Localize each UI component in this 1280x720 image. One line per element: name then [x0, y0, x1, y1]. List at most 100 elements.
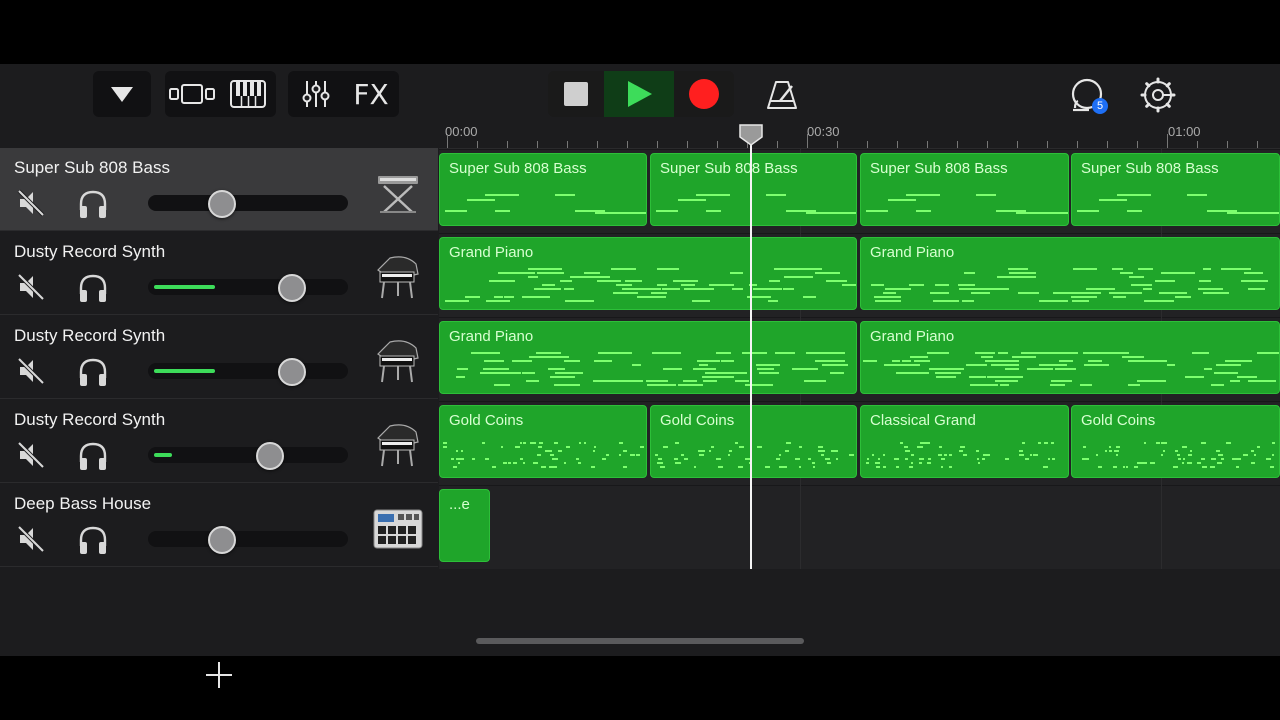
midi-region[interactable]: Super Sub 808 Bass — [650, 153, 857, 226]
midi-region[interactable]: Grand Piano — [860, 237, 1280, 310]
track-lane — [439, 485, 1280, 569]
volume-slider[interactable] — [148, 447, 348, 463]
midi-region[interactable]: Grand Piano — [439, 321, 857, 394]
loop-count-badge: 5 — [1092, 98, 1108, 114]
tracks-view-button[interactable] — [165, 71, 220, 117]
region-label: Gold Coins — [1081, 412, 1156, 429]
track-header[interactable]: Deep Bass House — [0, 484, 438, 567]
volume-knob[interactable] — [278, 274, 306, 302]
ruler-tick — [477, 141, 478, 148]
level-meter — [154, 285, 215, 289]
metronome-button[interactable] — [764, 78, 800, 112]
region-label: Grand Piano — [870, 328, 955, 345]
ruler-tick — [1257, 141, 1258, 148]
track-header[interactable]: Dusty Record Synth — [0, 316, 438, 399]
transport-group — [548, 71, 734, 117]
ruler-tick — [1227, 141, 1228, 148]
volume-knob[interactable] — [278, 358, 306, 386]
toolbar: FX 5 — [0, 64, 1280, 124]
mute-icon[interactable] — [16, 524, 46, 554]
ruler-tick — [687, 141, 688, 148]
fx-button[interactable]: FX — [343, 71, 399, 117]
region-label: Grand Piano — [449, 328, 534, 345]
midi-region[interactable]: Grand Piano — [860, 321, 1280, 394]
play-icon — [628, 81, 652, 107]
midi-region[interactable]: Grand Piano — [439, 237, 857, 310]
volume-slider[interactable] — [148, 279, 348, 295]
loop-browser-button[interactable]: 5 — [1068, 76, 1110, 116]
ruler-tick — [867, 141, 868, 148]
ruler-tick — [597, 141, 598, 148]
grand-piano-icon[interactable] — [372, 334, 424, 386]
headphones-icon[interactable] — [77, 188, 109, 220]
drum-machine-icon[interactable] — [372, 502, 424, 554]
headphones-icon[interactable] — [77, 356, 109, 388]
my-songs-button[interactable] — [93, 71, 151, 117]
ruler-tick — [1167, 134, 1168, 148]
keyboard-button[interactable] — [220, 71, 276, 117]
tracks-view-icon — [168, 84, 215, 104]
gear-icon — [1140, 77, 1176, 113]
ruler-tick — [927, 141, 928, 148]
keyboard-stand-icon[interactable] — [372, 166, 424, 218]
mixer-group: FX — [288, 71, 399, 117]
mute-icon[interactable] — [16, 440, 46, 470]
grand-piano-icon[interactable] — [372, 250, 424, 302]
piano-keys-icon — [230, 80, 266, 108]
grand-piano-icon[interactable] — [372, 418, 424, 470]
level-meter — [154, 453, 172, 457]
midi-region[interactable]: Super Sub 808 Bass — [439, 153, 647, 226]
metronome-icon — [767, 81, 797, 109]
ruler-tick — [657, 141, 658, 148]
mixer-button[interactable] — [288, 71, 343, 117]
add-track-button[interactable] — [204, 660, 234, 690]
record-button[interactable] — [674, 71, 734, 117]
midi-region[interactable]: Super Sub 808 Bass — [860, 153, 1069, 226]
midi-region[interactable]: Classical Grand — [860, 405, 1069, 478]
track-name: Dusty Record Synth — [14, 242, 166, 261]
midi-region[interactable]: Gold Coins — [1071, 405, 1280, 478]
ruler-tick — [987, 141, 988, 148]
region-label: Super Sub 808 Bass — [1081, 160, 1219, 177]
volume-knob[interactable] — [208, 526, 236, 554]
ruler-marker: 01:00 — [1168, 124, 1201, 139]
headphones-icon[interactable] — [77, 524, 109, 556]
view-group — [165, 71, 276, 117]
volume-slider[interactable] — [148, 195, 348, 211]
garageband-window: FX 5 00:00 00:30 01:00 Super Sub 808 Bas… — [0, 64, 1280, 688]
headphones-icon[interactable] — [77, 272, 109, 304]
settings-button[interactable] — [1139, 76, 1177, 114]
arrange-area[interactable]: Super Sub 808 Bass Super Sub 808 Bass Su… — [439, 149, 1280, 656]
midi-region[interactable]: Gold Coins — [650, 405, 857, 478]
volume-knob[interactable] — [256, 442, 284, 470]
midi-region[interactable]: Gold Coins — [439, 405, 647, 478]
midi-region[interactable]: Super Sub 808 Bass — [1071, 153, 1280, 226]
record-icon — [689, 79, 719, 109]
ruler-tick — [447, 134, 448, 148]
track-header[interactable]: Dusty Record Synth — [0, 232, 438, 315]
stop-button[interactable] — [548, 71, 604, 117]
horizontal-scrollbar[interactable] — [476, 638, 804, 644]
region-label: Classical Grand — [870, 412, 976, 429]
track-header[interactable]: Super Sub 808 Bass — [0, 148, 438, 231]
volume-slider[interactable] — [148, 363, 348, 379]
ruler-tick — [1047, 141, 1048, 148]
mute-icon[interactable] — [16, 356, 46, 386]
ruler-tick — [1077, 141, 1078, 148]
volume-slider[interactable] — [148, 531, 348, 547]
volume-knob[interactable] — [208, 190, 236, 218]
play-button[interactable] — [604, 71, 674, 117]
sliders-icon — [302, 81, 329, 107]
headphones-icon[interactable] — [77, 440, 109, 472]
track-header[interactable]: Dusty Record Synth — [0, 400, 438, 483]
mute-icon[interactable] — [16, 272, 46, 302]
timeline-ruler[interactable]: 00:00 00:30 01:00 — [439, 124, 1280, 149]
mute-icon[interactable] — [16, 188, 46, 218]
ruler-marker: 00:00 — [445, 124, 478, 139]
ruler-tick — [1197, 141, 1198, 148]
track-name: Super Sub 808 Bass — [14, 158, 170, 177]
track-name: Dusty Record Synth — [14, 326, 166, 345]
midi-region[interactable]: ...e — [439, 489, 490, 562]
playhead-handle[interactable] — [739, 124, 763, 146]
ruler-marker: 00:30 — [807, 124, 840, 139]
